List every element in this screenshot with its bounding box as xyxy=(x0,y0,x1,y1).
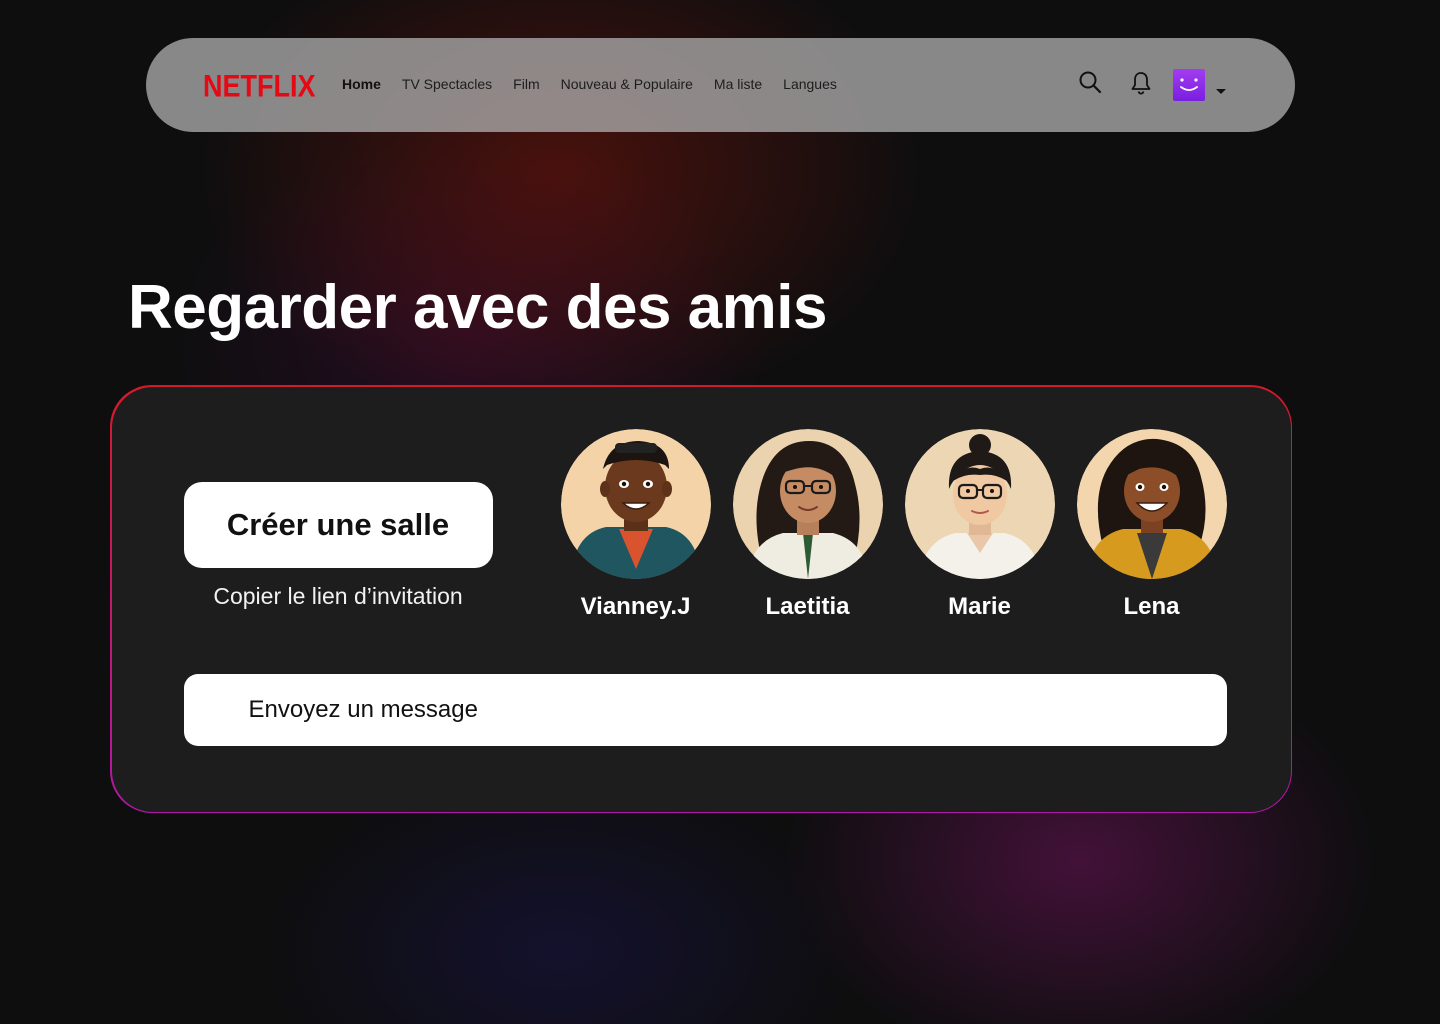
friend-name: Vianney.J xyxy=(580,592,691,620)
nav-item-home[interactable]: Home xyxy=(342,76,381,92)
nav-item-my-list[interactable]: Ma liste xyxy=(714,76,762,92)
message-input[interactable] xyxy=(183,673,1227,746)
friend-lena[interactable]: Lena xyxy=(1076,428,1227,621)
avatar xyxy=(732,428,883,579)
friend-vianney[interactable]: Vianney.J xyxy=(560,428,711,621)
create-room-button[interactable]: Créer une salle xyxy=(183,481,493,568)
search-icon[interactable] xyxy=(1078,70,1102,99)
caret-down-icon[interactable] xyxy=(1215,82,1227,100)
avatar xyxy=(560,428,711,579)
bell-icon[interactable] xyxy=(1130,71,1152,100)
friend-name: Laetitia xyxy=(765,592,850,620)
friend-name: Lena xyxy=(1123,592,1180,620)
nav-links: Home TV Spectacles Film Nouveau & Popula… xyxy=(342,76,837,92)
avatar xyxy=(904,428,1055,579)
nav-item-tv-shows[interactable]: TV Spectacles xyxy=(402,76,492,92)
friend-laetitia[interactable]: Laetitia xyxy=(732,428,883,621)
profile-avatar[interactable] xyxy=(1173,69,1205,101)
nav-item-film[interactable]: Film xyxy=(513,76,539,92)
page-title: Regarder avec des amis xyxy=(128,273,827,342)
nav-item-new-popular[interactable]: Nouveau & Populaire xyxy=(561,76,693,92)
watch-party-card: Créer une salle Copier le lien d’invitat… xyxy=(110,385,1292,813)
watch-party-card-body: Créer une salle Copier le lien d’invitat… xyxy=(111,386,1291,812)
avatar xyxy=(1076,428,1227,579)
netflix-logo[interactable]: NETFLIX xyxy=(203,68,316,105)
top-navbar: NETFLIX Home TV Spectacles Film Nouveau … xyxy=(146,38,1295,132)
friend-marie[interactable]: Marie xyxy=(904,428,1055,621)
nav-item-languages[interactable]: Langues xyxy=(783,76,837,92)
friend-name: Marie xyxy=(948,592,1011,620)
copy-invite-link[interactable]: Copier le lien d’invitation xyxy=(184,583,493,610)
